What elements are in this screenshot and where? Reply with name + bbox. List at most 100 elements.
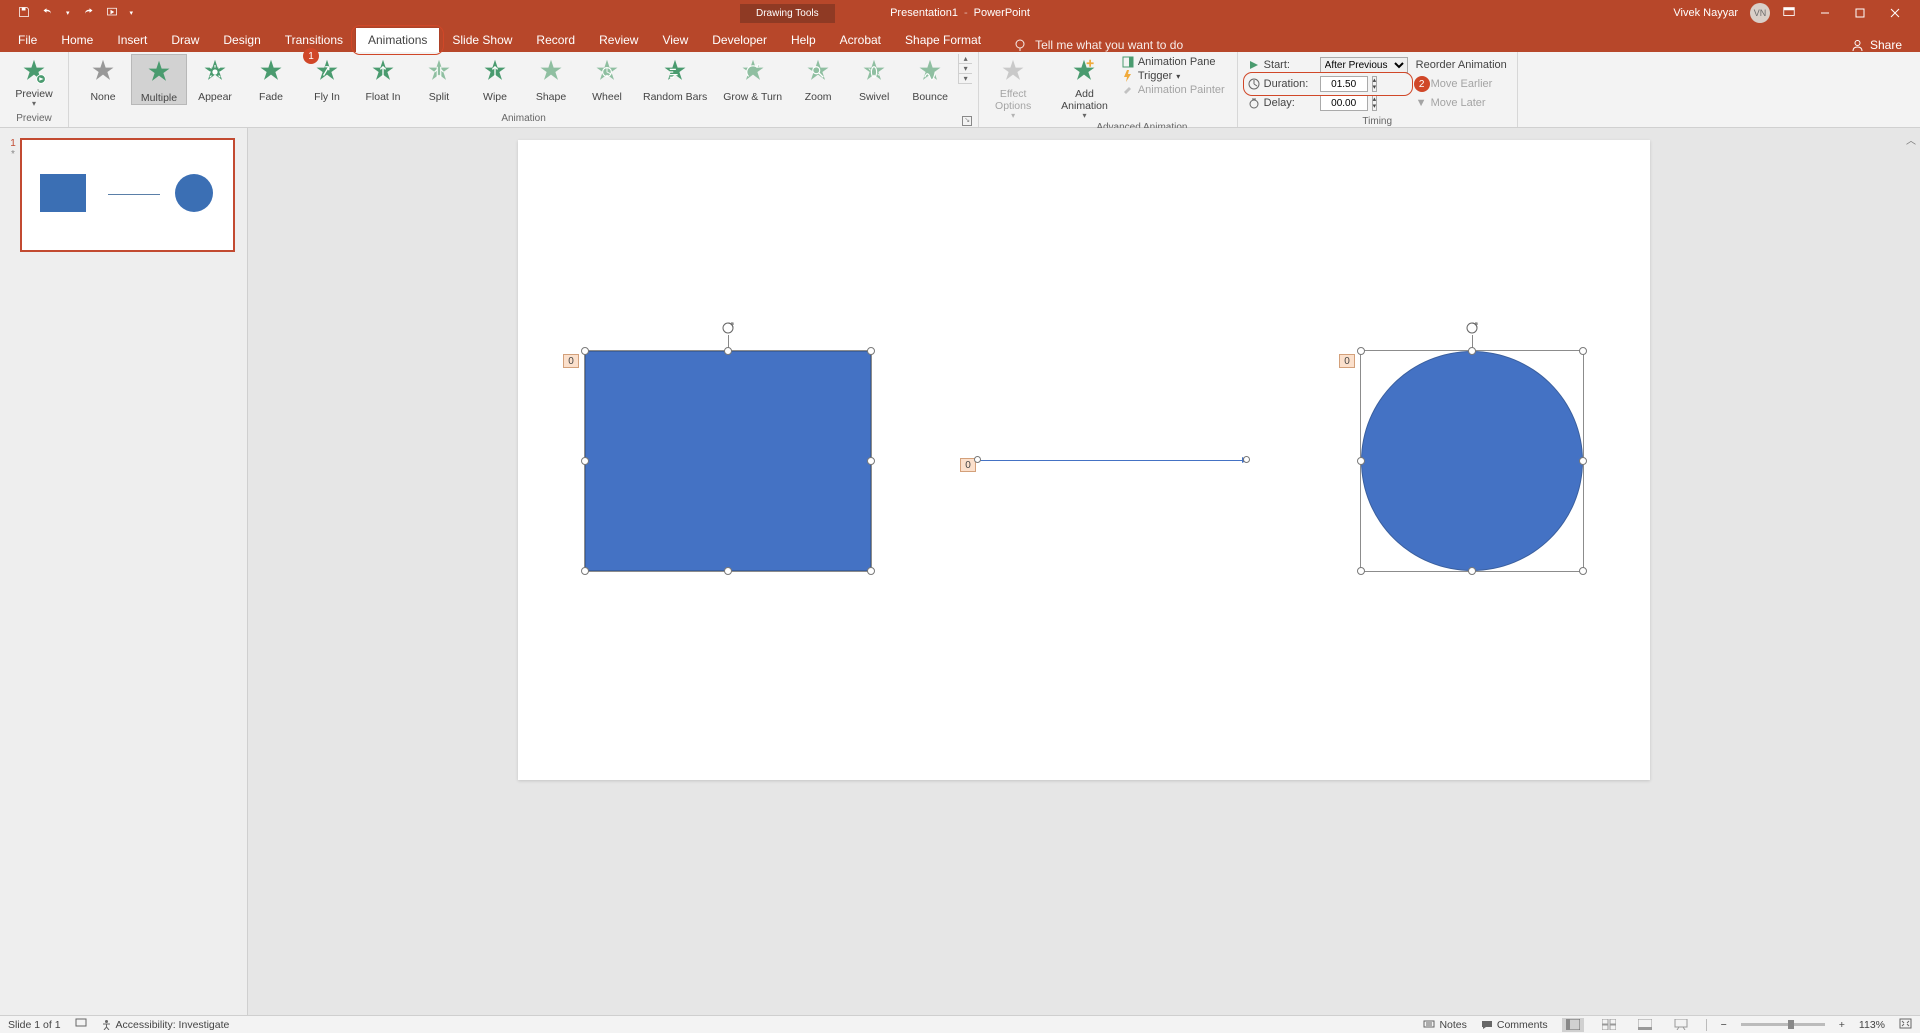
resize-handle[interactable] [1357,347,1365,355]
preview-button[interactable]: Preview [6,54,62,108]
start-dropdown[interactable]: Start: After Previous [1248,56,1408,74]
animation-pane-button[interactable]: Animation Pane [1122,56,1225,68]
reading-view-button[interactable] [1634,1018,1656,1032]
maximize-button[interactable] [1843,0,1877,26]
zoom-out-button[interactable]: − [1721,1019,1727,1031]
tab-review[interactable]: Review [587,28,650,52]
tab-view[interactable]: View [650,28,700,52]
duration-field[interactable]: Duration: ▴▾ 2 [1248,75,1408,93]
animation-swivel[interactable]: Swivel [846,54,902,105]
accessibility-status[interactable]: Accessibility: Investigate [101,1019,230,1031]
animation-wheel[interactable]: Wheel [579,54,635,105]
tab-acrobat[interactable]: Acrobat [828,28,893,52]
rotate-handle[interactable] [1465,321,1479,335]
animation-fly-in[interactable]: 1Fly In [299,54,355,105]
zoom-slider[interactable] [1741,1023,1825,1026]
resize-handle[interactable] [581,457,589,465]
animation-gallery[interactable]: NoneMultipleAppearFade1Fly InFloat InSpl… [75,54,958,105]
animation-grow-turn[interactable]: Grow & Turn [715,54,790,105]
slide-thumbnail[interactable] [20,138,235,252]
redo-icon[interactable] [82,6,94,21]
line-selection[interactable]: 0 [978,456,1246,464]
animation-float-in[interactable]: Float In [355,54,411,105]
animation-split[interactable]: Split [411,54,467,105]
animation-random-bars[interactable]: Random Bars [635,54,715,105]
animation-fade[interactable]: Fade [243,54,299,105]
tab-slideshow[interactable]: Slide Show [440,28,524,52]
fit-to-window-button[interactable] [1899,1018,1912,1032]
circle-shape[interactable] [1361,351,1583,571]
line-shape[interactable] [978,460,1246,461]
comments-button[interactable]: Comments [1481,1019,1548,1031]
notes-button[interactable]: Notes [1423,1019,1466,1031]
collapse-ribbon-icon[interactable]: ︿ [1906,132,1916,147]
animation-wipe[interactable]: Wipe [467,54,523,105]
qat-more-icon[interactable]: ▾ [130,9,134,17]
line-endpoint[interactable] [1243,456,1250,463]
gallery-scroll-down[interactable]: ▾ [959,64,972,74]
animation-none[interactable]: None [75,54,131,105]
slide-panel[interactable]: 1 * [0,128,248,1015]
tab-shapeformat[interactable]: Shape Format [893,28,993,52]
rotate-handle[interactable] [721,321,735,335]
animation-appear[interactable]: Appear [187,54,243,105]
rectangle-selection[interactable]: 0 [584,350,872,572]
anim-tag-rect[interactable]: 0 [563,354,579,368]
tell-me-search[interactable]: Tell me what you want to do [1013,38,1183,52]
anim-tag-circ[interactable]: 0 [1339,354,1355,368]
duration-input[interactable] [1320,76,1368,92]
ribbon-display-icon[interactable] [1782,5,1796,22]
close-button[interactable] [1878,0,1912,26]
animation-bounce[interactable]: Bounce [902,54,958,105]
circle-selection[interactable]: 0 [1360,350,1584,572]
tab-help[interactable]: Help [779,28,828,52]
minimize-button[interactable] [1808,0,1842,26]
resize-handle[interactable] [867,457,875,465]
animation-multiple[interactable]: Multiple [131,54,187,105]
slide-canvas[interactable]: 0 0 0 [518,140,1650,780]
editor-area[interactable]: ︿ 0 0 0 [248,128,1920,1015]
rectangle-shape[interactable] [585,351,871,571]
normal-view-button[interactable] [1562,1018,1584,1032]
resize-handle[interactable] [1468,567,1476,575]
resize-handle[interactable] [1579,347,1587,355]
resize-handle[interactable] [724,567,732,575]
save-icon[interactable] [18,6,30,21]
gallery-scroll-up[interactable]: ▴ [959,54,972,64]
slide-counter[interactable]: Slide 1 of 1 [8,1019,61,1031]
tab-file[interactable]: File [6,28,49,52]
resize-handle[interactable] [724,347,732,355]
resize-handle[interactable] [1357,457,1365,465]
tab-developer[interactable]: Developer [700,28,779,52]
trigger-button[interactable]: Trigger ▾ [1122,70,1225,82]
delay-field[interactable]: Delay: ▴▾ [1248,94,1408,112]
resize-handle[interactable] [581,567,589,575]
share-button[interactable]: Share [1851,38,1902,52]
undo-icon[interactable] [42,6,54,21]
tab-design[interactable]: Design [211,28,272,52]
zoom-level[interactable]: 113% [1859,1019,1885,1031]
resize-handle[interactable] [581,347,589,355]
resize-handle[interactable] [867,567,875,575]
start-from-beginning-icon[interactable] [106,6,118,21]
line-endpoint[interactable] [974,456,981,463]
start-select[interactable]: After Previous [1320,57,1408,73]
resize-handle[interactable] [1468,347,1476,355]
delay-input[interactable] [1320,95,1368,111]
resize-handle[interactable] [1579,457,1587,465]
resize-handle[interactable] [1579,567,1587,575]
resize-handle[interactable] [1357,567,1365,575]
gallery-expand[interactable]: ▾ [959,74,972,84]
tab-home[interactable]: Home [49,28,105,52]
user-name[interactable]: Vivek Nayyar [1673,7,1738,19]
zoom-in-button[interactable]: + [1839,1019,1845,1031]
tab-draw[interactable]: Draw [159,28,211,52]
slideshow-view-button[interactable] [1670,1018,1692,1032]
notes-indicator-icon[interactable] [75,1017,87,1032]
animation-zoom[interactable]: Zoom [790,54,846,105]
animation-shape[interactable]: Shape [523,54,579,105]
resize-handle[interactable] [867,347,875,355]
tab-animations[interactable]: Animations [355,27,440,52]
slide-sorter-button[interactable] [1598,1018,1620,1032]
undo-more-icon[interactable]: ▾ [66,9,70,17]
